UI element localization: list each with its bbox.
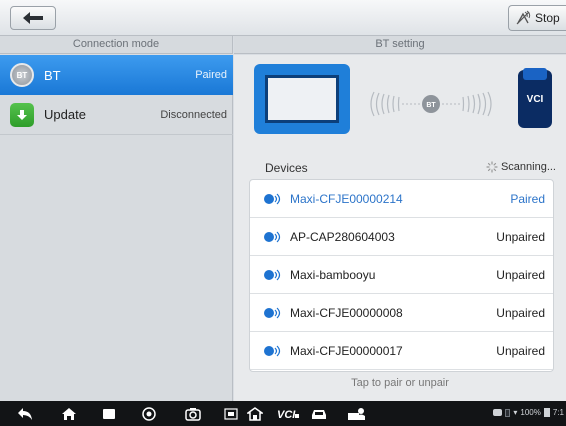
camera-icon[interactable] [184,405,202,422]
devices-title: Devices [265,161,308,175]
vci-illustration: VCI [518,68,552,128]
device-status: Unpaired [496,229,545,244]
bluetooth-signal-icon: BT [370,91,492,117]
device-row[interactable]: Maxi-CFJE00000214 Paired [250,180,553,218]
device-name: Maxi-CFJE00000017 [290,343,403,358]
chat-icon [493,409,503,416]
device-name: Maxi-bambooyu [290,267,376,282]
device-status: Paired [510,191,545,206]
scanning-status: Scanning... [486,161,556,173]
device-row[interactable]: Maxi-CFJE00000008 Unpaired [250,294,553,332]
tap-hint: Tap to pair or unpair [351,377,449,389]
device-status: Unpaired [496,305,545,320]
back-icon[interactable] [16,405,34,422]
bt-setting-panel: BT VCI Devices Scanning... Maxi-CFJE0000… [234,55,566,401]
notification-icon [505,408,511,417]
scanning-label: Scanning... [500,161,556,173]
wifi-icon: ▾ [513,408,518,417]
battery-percent: 100% [520,408,541,417]
device-row[interactable]: Maxi-bambooyu Unpaired [250,256,553,294]
browser-icon[interactable] [140,405,158,422]
spinner-icon [486,161,498,173]
top-toolbar: Stop [0,0,566,36]
device-list[interactable]: Maxi-CFJE00000214 Paired AP-CAP280604003… [249,179,554,372]
system-navbar: VCI ▾ 100% 7:1 [0,401,566,426]
bt-setting-header: BT setting [234,36,566,54]
display-icon[interactable] [222,405,240,422]
connection-mode-header: Connection mode [0,36,233,54]
bluetooth-device-icon [264,193,282,205]
signal-label: BT [426,102,436,109]
vehicle-icon[interactable] [310,405,328,422]
home-icon[interactable] [60,405,78,422]
vci-manager-icon[interactable]: VCI [276,405,302,422]
bluetooth-device-icon [264,231,282,243]
maxi-home-icon[interactable] [246,405,264,422]
battery-icon [543,408,550,417]
stop-label: Stop [535,11,560,25]
device-name: Maxi-CFJE00000214 [290,191,403,206]
bluetooth-device-icon [264,307,282,319]
mode-status: Paired [195,69,227,81]
device-status: Unpaired [496,343,545,358]
device-row[interactable]: AP-CAP280604003 Unpaired [250,218,553,256]
recent-apps-icon[interactable] [100,405,118,422]
status-bar: ▾ 100% 7:1 [493,408,564,417]
bluetooth-device-icon [264,345,282,357]
mode-status: Disconnected [160,108,227,121]
device-name: AP-CAP280604003 [290,229,395,244]
mode-label: BT [44,67,61,83]
bluetooth-device-icon [264,269,282,281]
mode-label: Update [44,107,86,122]
tablet-illustration [254,64,350,134]
vci-connector [523,68,547,80]
update-icon [10,102,34,127]
tablet-screen [265,75,339,123]
svg-text:VCI: VCI [277,409,296,420]
mode-item-update[interactable]: Update Disconnected [0,95,233,135]
connection-mode-panel: BT BT Paired Update Disconnected [0,55,233,401]
back-arrow-icon [23,12,43,24]
mode-item-bt[interactable]: BT BT Paired [0,55,233,95]
remote-desk-icon[interactable] [346,405,368,422]
bluetooth-icon: BT [10,63,34,87]
device-status: Unpaired [496,267,545,282]
device-name: Maxi-CFJE00000008 [290,305,403,320]
stop-scan-icon [516,10,531,25]
device-row[interactable]: Maxi-CFJE00000017 Unpaired [250,332,553,370]
vci-label: VCI [526,94,544,105]
back-button[interactable] [10,6,56,30]
clock: 7:1 [552,408,564,417]
stop-button[interactable]: Stop [508,5,566,31]
